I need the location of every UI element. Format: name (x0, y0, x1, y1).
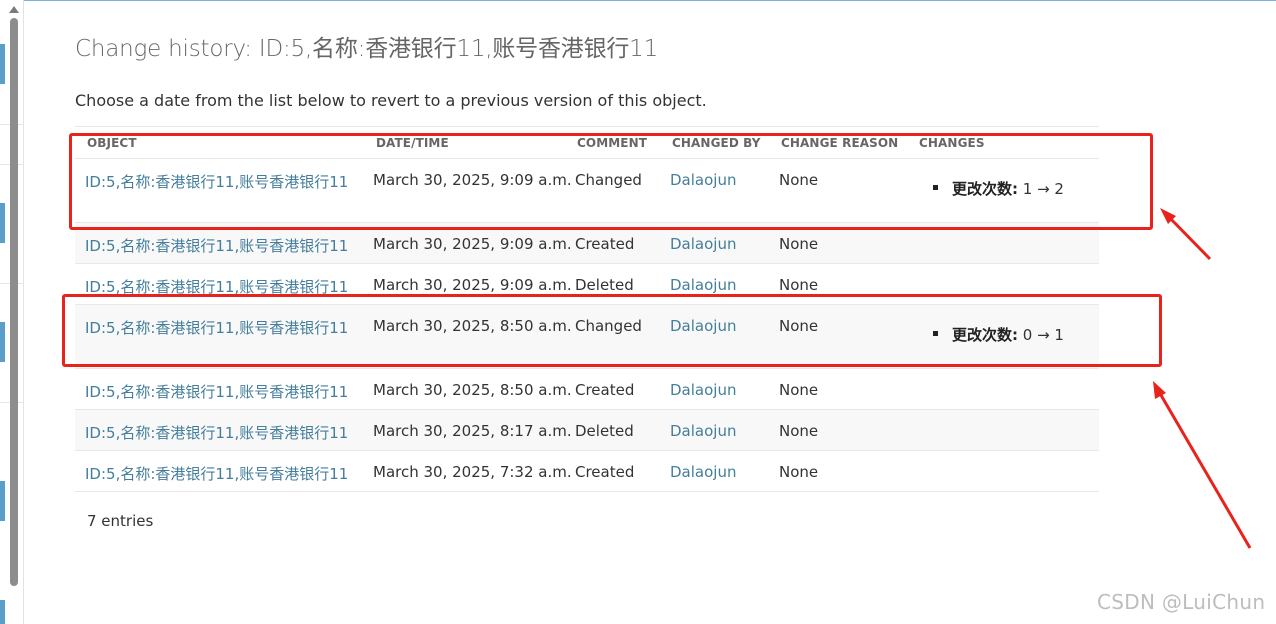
annotation-arrows (1153, 208, 1252, 549)
arrow-line (1156, 389, 1252, 549)
arrow-line (1164, 212, 1212, 261)
arrowhead-icon (1153, 381, 1166, 399)
watermark: CSDN @LuiChun (1097, 590, 1266, 614)
